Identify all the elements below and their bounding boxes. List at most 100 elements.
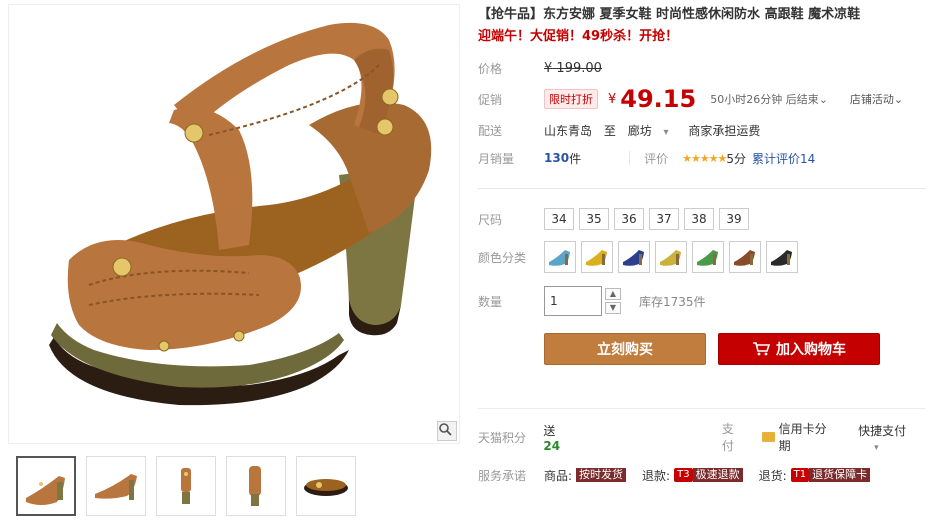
shipping-row: 配送 山东青岛 至 廊坊 ▾ 商家承担运费 <box>478 116 926 144</box>
sandal-swatch-icon <box>771 250 792 266</box>
color-option[interactable] <box>544 241 576 273</box>
service-prefix: 退款: <box>642 468 671 483</box>
product-info-panel: 【抢牛品】东方安娜 夏季女鞋 时尚性感休闲防水 高跟鞋 魔术凉鞋 迎端午！大促销… <box>478 0 926 530</box>
buy-now-label: 立刻购买 <box>597 342 653 358</box>
quick-pay-label: 快捷支付 <box>858 423 907 438</box>
sandal-thumbnail-icon <box>304 479 348 496</box>
sandal-thumbnail-icon <box>249 466 261 506</box>
points-label: 天猫积分 <box>478 430 527 445</box>
magnifier-icon[interactable] <box>437 421 457 441</box>
thumbnail-list <box>16 456 356 516</box>
monthly-sales-unit: 件 <box>569 151 582 166</box>
service-row: 服务承诺 商品: 按时发货 退款: T3 极速退款 退货: T1 退货保障卡 <box>478 461 926 489</box>
color-label: 颜色分类 <box>478 250 527 265</box>
sandal-thumbnail-icon <box>95 474 137 500</box>
price-box: 价格 ¥ 199.00 促销 限时打折 ¥ 49.15 50小时26分钟 后结束… <box>478 54 926 172</box>
promo-tag: 限时打折 <box>544 89 598 109</box>
installment-link[interactable]: 信用卡分期 <box>779 420 838 454</box>
ship-to-word: 至 <box>603 123 616 138</box>
service-section: 天猫积分 送24 支付 信用卡分期 快捷支付▾ 服务承诺 商品: 按时发货 退款: T… <box>478 408 926 499</box>
service-tag: T1 <box>790 468 810 482</box>
thumbnail-4[interactable] <box>226 456 286 516</box>
monthly-sales-label: 月销量 <box>478 151 515 166</box>
review-count-link[interactable]: 累计评价14 <box>752 150 815 167</box>
sandal-swatch-icon <box>660 250 681 266</box>
service-prefix: 退货: <box>758 468 787 483</box>
sandal-thumbnail-icon <box>181 468 191 504</box>
points-amount: 24 <box>543 438 561 453</box>
service-label: 服务承诺 <box>478 468 527 483</box>
size-options: 34 35 36 37 38 39 <box>544 208 754 230</box>
quantity-label: 数量 <box>478 294 503 309</box>
color-option[interactable] <box>655 241 687 273</box>
divider <box>629 151 631 165</box>
size-option[interactable]: 38 <box>684 208 714 230</box>
size-option[interactable]: 39 <box>719 208 749 230</box>
add-to-cart-button[interactable]: 加入购物车 <box>718 333 880 365</box>
stock-count: 库存1735件 <box>639 294 706 309</box>
points-row: 天猫积分 送24 支付 信用卡分期 快捷支付 ▾ <box>478 420 926 454</box>
product-main-image[interactable] <box>8 4 460 444</box>
monthly-sales-count: 130 <box>544 151 570 165</box>
chevron-down-icon: ▾ <box>663 126 669 138</box>
points-prefix: 送 <box>543 423 556 438</box>
add-to-cart-label: 加入购物车 <box>776 342 846 358</box>
service-badge[interactable]: 退货保障卡 <box>809 468 871 482</box>
color-option[interactable] <box>692 241 724 273</box>
color-option[interactable] <box>729 241 761 273</box>
sales-row: 月销量 130 件 评价 ★★★★★ 5分 累计评价14 <box>478 144 926 172</box>
sandal-swatch-icon <box>734 250 755 266</box>
thumbnail-5[interactable] <box>296 456 356 516</box>
quantity-increase-button[interactable]: ▲ <box>605 288 621 300</box>
thumbnail-2[interactable] <box>86 456 146 516</box>
shipping-fee: 商家承担运费 <box>688 123 761 138</box>
color-option[interactable] <box>618 241 650 273</box>
shop-activity-label: 店铺活动 <box>849 93 894 106</box>
chevron-down-icon: ▾ <box>874 442 879 453</box>
pay-label: 支付 <box>721 422 734 453</box>
size-option[interactable]: 34 <box>544 208 574 230</box>
chevron-down-icon: ⌄ <box>818 93 828 106</box>
ship-from: 山东青岛 <box>544 123 593 138</box>
promo-label: 促销 <box>478 92 503 107</box>
buy-now-button[interactable]: 立刻购买 <box>544 333 706 365</box>
size-option[interactable]: 36 <box>614 208 644 230</box>
thumbnail-3[interactable] <box>156 456 216 516</box>
quantity-stepper: ▲ ▼ <box>605 288 621 314</box>
sandal-swatch-icon <box>697 250 718 266</box>
currency-symbol: ¥ <box>608 91 617 107</box>
original-price-value: 199.00 <box>556 60 602 76</box>
countdown-text: 50小时26分钟 后结束 <box>710 93 819 106</box>
star-rating-icon: ★★★★★ <box>682 151 727 165</box>
service-badge[interactable]: 极速退款 <box>692 468 743 482</box>
service-tag: T3 <box>674 468 693 482</box>
credit-card-icon <box>761 432 775 442</box>
color-option[interactable] <box>766 241 798 273</box>
quantity-row: 数量 ▲ ▼ 库存1735件 <box>478 281 926 321</box>
price-label: 价格 <box>478 61 503 76</box>
quantity-input[interactable] <box>544 286 602 316</box>
color-option[interactable] <box>581 241 613 273</box>
color-row: 颜色分类 <box>478 237 926 277</box>
thumbnail-1[interactable] <box>16 456 76 516</box>
chevron-down-icon: ⌄ <box>893 93 904 106</box>
ship-to-dropdown[interactable]: 廊坊 ▾ <box>628 124 677 138</box>
size-row: 尺码 34 35 36 37 38 39 <box>478 201 926 237</box>
service-prefix: 商品: <box>544 468 573 483</box>
shop-activity-dropdown[interactable]: 店铺活动⌄ <box>850 91 903 107</box>
sandal-image <box>49 22 432 406</box>
service-badge[interactable]: 按时发货 <box>576 468 627 482</box>
quick-pay-dropdown[interactable]: 快捷支付 ▾ <box>858 422 926 453</box>
shipping-label: 配送 <box>478 123 503 138</box>
quantity-decrease-button[interactable]: ▼ <box>605 302 621 314</box>
rating-label: 评价 <box>644 151 669 166</box>
original-price-row: 价格 ¥ 199.00 <box>478 54 926 82</box>
sandal-swatch-icon <box>549 250 570 266</box>
size-option[interactable]: 37 <box>649 208 679 230</box>
size-option[interactable]: 35 <box>579 208 609 230</box>
shipping-info: 山东青岛 至 廊坊 ▾ 商家承担运费 <box>544 122 768 139</box>
action-buttons: 立刻购买 加入购物车 <box>544 333 926 365</box>
countdown[interactable]: 50小时26分钟 后结束⌄ <box>710 91 828 107</box>
service-list: 商品: 按时发货 退款: T3 极速退款 退货: T1 退货保障卡 <box>544 467 886 484</box>
current-price: 49.15 <box>620 85 697 113</box>
